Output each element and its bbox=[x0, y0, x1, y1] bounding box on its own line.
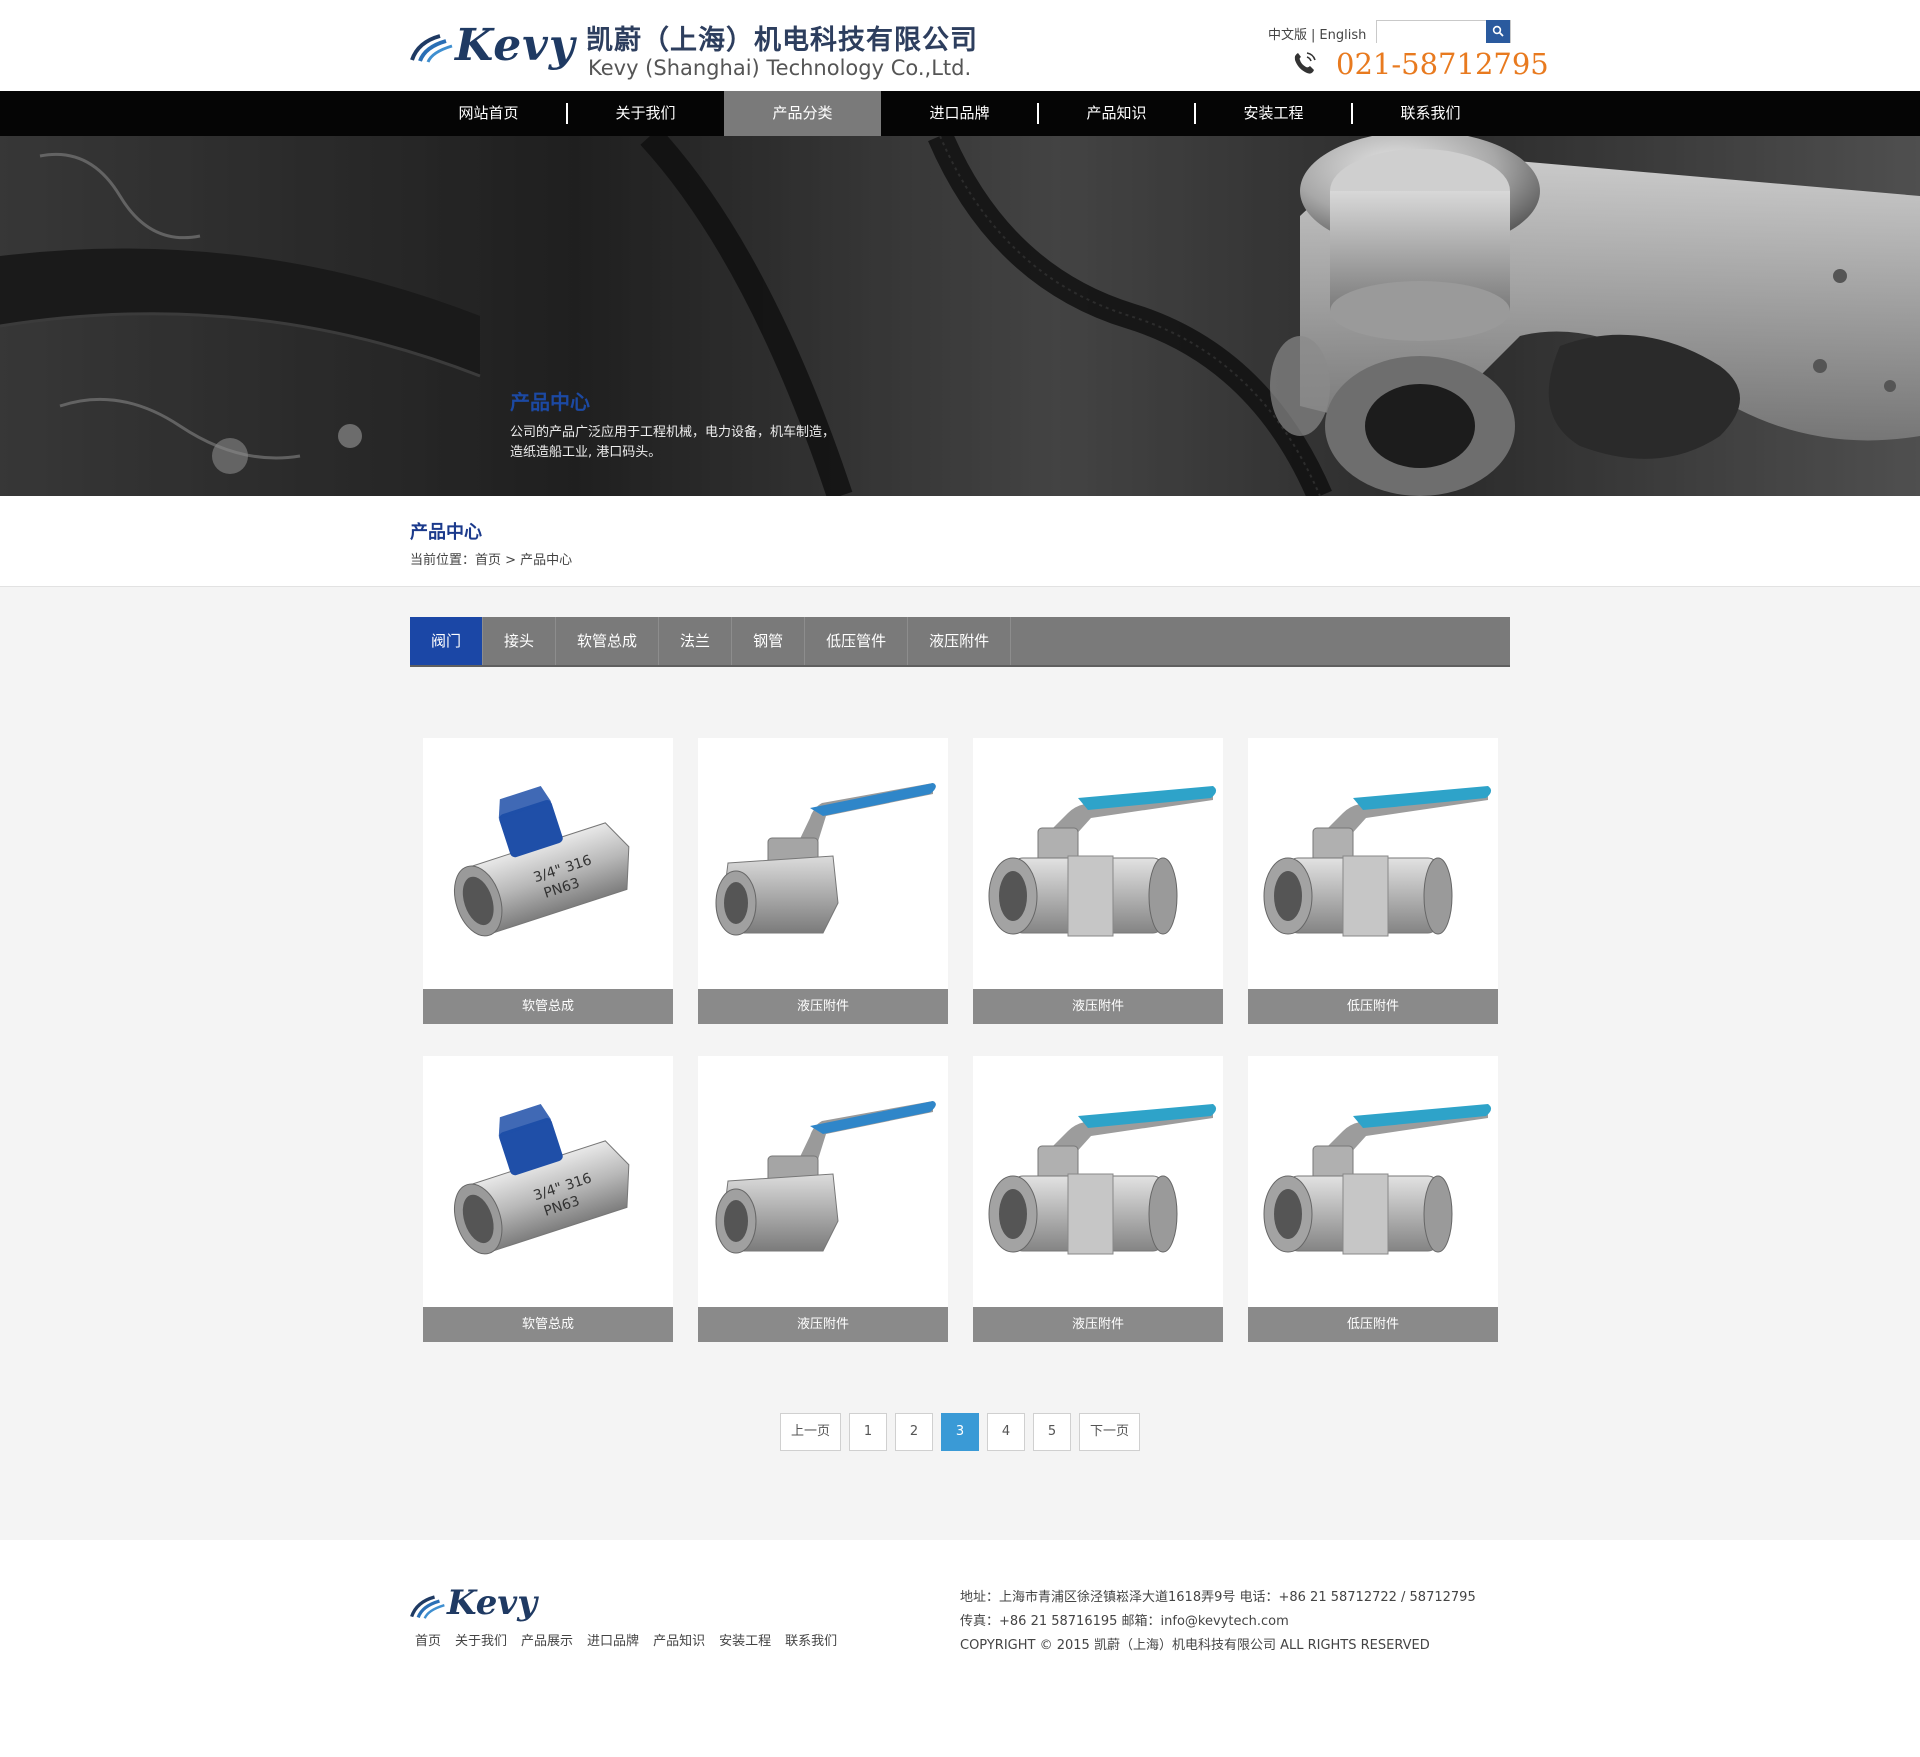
site-header: Kevy 凯蔚（上海）机电科技有限公司 Kevy (Shanghai) Tech… bbox=[0, 0, 1920, 91]
company-name-cn: 凯蔚（上海）机电科技有限公司 bbox=[586, 25, 978, 56]
lang-en-link[interactable]: English bbox=[1319, 28, 1366, 43]
content-area bbox=[0, 586, 1920, 1540]
product-image[interactable] bbox=[698, 1056, 948, 1306]
hero-banner: 产品中心 公司的产品广泛应用于工程机械，电力设备，机车制造， 造纸造船工业, 港… bbox=[0, 136, 1920, 496]
nav-items: 网站首页 关于我们 产品分类 进口品牌 产品知识 安装工程 联系我们 bbox=[410, 91, 1509, 136]
banner-text-line-2: 造纸造船工业, 港口码头。 bbox=[510, 445, 662, 460]
product-image[interactable] bbox=[973, 738, 1223, 988]
footer-contact-info: 地址：上海市青浦区徐泾镇崧泽大道1618弄9号 电话：+86 21 587127… bbox=[960, 1586, 1476, 1658]
product-card[interactable]: 液压附件 bbox=[698, 738, 948, 1024]
product-image[interactable] bbox=[1248, 1056, 1498, 1306]
tab-0[interactable]: 阀门 bbox=[410, 617, 484, 665]
product-image[interactable] bbox=[698, 738, 948, 988]
page-button-2[interactable]: 2 bbox=[895, 1413, 934, 1451]
tab-4[interactable]: 钢管 bbox=[732, 617, 806, 665]
page-button-3[interactable]: 3 bbox=[941, 1413, 980, 1451]
product-image[interactable]: 3/4" 316 PN63 bbox=[423, 738, 673, 988]
next-page-button[interactable]: 下一页 bbox=[1079, 1413, 1141, 1451]
lang-cn-link[interactable]: 中文版 bbox=[1268, 28, 1307, 43]
logo-wordmark[interactable]: Kevy bbox=[455, 20, 575, 71]
footer-link-0[interactable]: 首页 bbox=[415, 1630, 441, 1649]
footer-link-3[interactable]: 进口品牌 bbox=[587, 1630, 639, 1649]
footer-link-2[interactable]: 产品展示 bbox=[521, 1630, 573, 1649]
search-button[interactable] bbox=[1486, 20, 1510, 43]
product-image[interactable] bbox=[973, 1056, 1223, 1306]
nav-item-6[interactable]: 联系我们 bbox=[1352, 91, 1509, 136]
product-label[interactable]: 液压附件 bbox=[973, 989, 1223, 1024]
footer-link-5[interactable]: 安装工程 bbox=[719, 1630, 771, 1649]
product-label[interactable]: 软管总成 bbox=[423, 989, 673, 1024]
phone-icon bbox=[1294, 52, 1316, 74]
product-label[interactable]: 液压附件 bbox=[698, 989, 948, 1024]
product-label[interactable]: 低压附件 bbox=[1248, 1307, 1498, 1342]
site-footer: Kevy 首页 关于我们 产品展示 进口品牌 产品知识 安装工程 联系我们 地址：上海市青浦… bbox=[0, 1540, 1920, 1757]
tab-6[interactable]: 液压附件 bbox=[908, 617, 1012, 665]
product-card[interactable]: 3/4" 316 PN63 软管总成 bbox=[423, 1056, 673, 1342]
footer-address: 地址：上海市青浦区徐泾镇崧泽大道1618弄9号 电话：+86 21 587127… bbox=[960, 1590, 1476, 1605]
product-label[interactable]: 软管总成 bbox=[423, 1307, 673, 1342]
product-card[interactable]: 低压附件 bbox=[1248, 738, 1498, 1024]
footer-link-6[interactable]: 联系我们 bbox=[785, 1630, 837, 1649]
banner-text-line-1: 公司的产品广泛应用于工程机械，电力设备，机车制造， bbox=[510, 425, 836, 440]
product-image[interactable]: 3/4" 316 PN63 bbox=[423, 1056, 673, 1306]
product-card[interactable]: 液压附件 bbox=[698, 1056, 948, 1342]
prev-page-button[interactable]: 上一页 bbox=[780, 1413, 842, 1451]
tab-3[interactable]: 法兰 bbox=[659, 617, 733, 665]
company-name-en: Kevy (Shanghai) Technology Co.,Ltd. bbox=[588, 56, 972, 80]
page-button-1[interactable]: 1 bbox=[849, 1413, 888, 1451]
main-navigation: 网站首页 关于我们 产品分类 进口品牌 产品知识 安装工程 联系我们 bbox=[0, 91, 1920, 136]
category-tabs: 阀门 接头 软管总成 法兰 钢管 低压管件 液压附件 bbox=[410, 617, 1510, 667]
product-card[interactable]: 液压附件 bbox=[973, 1056, 1223, 1342]
footer-links: 首页 关于我们 产品展示 进口品牌 产品知识 安装工程 联系我们 bbox=[415, 1630, 837, 1649]
banner-machinery-image bbox=[0, 136, 1920, 496]
tab-5[interactable]: 低压管件 bbox=[805, 617, 909, 665]
product-label[interactable]: 液压附件 bbox=[973, 1307, 1223, 1342]
footer-logo-wordmark[interactable]: Kevy bbox=[447, 1583, 537, 1623]
phone-number: 021-58712795 bbox=[1336, 47, 1549, 81]
nav-item-2[interactable]: 产品分类 bbox=[724, 91, 881, 136]
product-image[interactable] bbox=[1248, 738, 1498, 988]
lang-separator: | bbox=[1311, 28, 1316, 43]
footer-logo-swoosh-icon bbox=[410, 1595, 445, 1619]
page-title: 产品中心 bbox=[410, 522, 482, 543]
nav-item-3[interactable]: 进口品牌 bbox=[881, 91, 1038, 136]
tab-1[interactable]: 接头 bbox=[483, 617, 557, 665]
breadcrumb[interactable]: 当前位置：首页 > 产品中心 bbox=[410, 549, 572, 568]
product-card[interactable]: 3/4" 316 PN63 软管总成 bbox=[423, 738, 673, 1024]
nav-item-5[interactable]: 安装工程 bbox=[1195, 91, 1352, 136]
search-icon bbox=[1492, 25, 1504, 37]
page-button-4[interactable]: 4 bbox=[987, 1413, 1026, 1451]
nav-item-1[interactable]: 关于我们 bbox=[567, 91, 724, 136]
product-label[interactable]: 液压附件 bbox=[698, 1307, 948, 1342]
logo-swoosh-icon[interactable] bbox=[410, 30, 454, 64]
footer-link-1[interactable]: 关于我们 bbox=[455, 1630, 507, 1649]
search-box bbox=[1376, 20, 1511, 43]
product-card[interactable]: 液压附件 bbox=[973, 738, 1223, 1024]
footer-fax-email: 传真：+86 21 58716195 邮箱：info@kevytech.com bbox=[960, 1614, 1289, 1629]
tab-2[interactable]: 软管总成 bbox=[556, 617, 660, 665]
pagination: 上一页 1 2 3 4 5 下一页 bbox=[780, 1413, 1141, 1451]
product-card[interactable]: 低压附件 bbox=[1248, 1056, 1498, 1342]
footer-link-4[interactable]: 产品知识 bbox=[653, 1630, 705, 1649]
banner-title: 产品中心 bbox=[510, 390, 590, 414]
footer-copyright: COPYRIGHT © 2015 凯蔚（上海）机电科技有限公司 ALL RIGH… bbox=[960, 1638, 1430, 1653]
nav-item-0[interactable]: 网站首页 bbox=[410, 91, 567, 136]
nav-item-4[interactable]: 产品知识 bbox=[1038, 91, 1195, 136]
page-button-5[interactable]: 5 bbox=[1033, 1413, 1072, 1451]
language-switcher: 中文版 | English bbox=[1268, 24, 1366, 43]
banner-description: 公司的产品广泛应用于工程机械，电力设备，机车制造， 造纸造船工业, 港口码头。 bbox=[510, 423, 890, 463]
product-label[interactable]: 低压附件 bbox=[1248, 989, 1498, 1024]
search-input[interactable] bbox=[1377, 21, 1487, 43]
